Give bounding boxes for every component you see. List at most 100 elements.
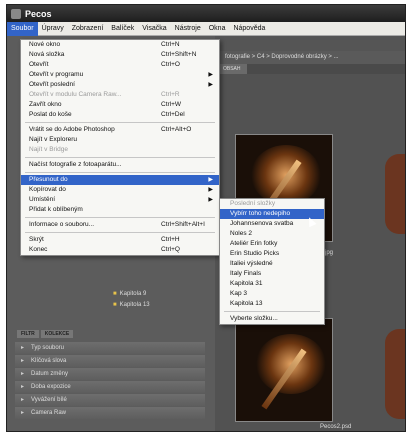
menu-item-label: Najít v Bridge (29, 146, 69, 153)
filter-row-typ-souboru[interactable]: Typ souboru (15, 342, 205, 354)
menu-balicek[interactable]: Balíček (107, 22, 138, 36)
menu-item-label: Erin Studio Picks (230, 250, 280, 257)
menu-item-shortcut: Ctrl+W (161, 101, 182, 108)
menu-item-label: Konec (29, 246, 48, 253)
menu-napoveda[interactable]: Nápověda (229, 22, 269, 36)
menu-item-noles-2[interactable]: Noles 2 (220, 229, 324, 239)
menu-visacka[interactable]: Visačka (138, 22, 170, 36)
filter-row-vyvazeni-bile[interactable]: Vyvážení bílé (15, 394, 205, 406)
menu-item-shortcut: Ctrl+Alt+O (161, 126, 192, 133)
menu-item-shortcut: Ctrl+N (161, 41, 180, 48)
menu-item-atelier-erin-fotky[interactable]: Ateliér Erin fotky (220, 239, 324, 249)
menu-item-najit-v-bridge: Najít v Bridge (21, 145, 219, 155)
menu-item-erin-studio-picks[interactable]: Erin Studio Picks (220, 249, 324, 259)
menu-okna[interactable]: Okna (205, 22, 230, 36)
menu-item-kopirovat-do[interactable]: Kopírovat do ▶ (21, 185, 219, 195)
menu-item-kap-3[interactable]: Kap 3 (220, 289, 324, 299)
menu-item-label: Přidat k oblíbeným (29, 206, 83, 213)
filter-row-klicova-slova[interactable]: Klíčová slova (15, 355, 205, 367)
menu-item-label: Vyberte složku... (230, 315, 278, 322)
menu-soubor[interactable]: Soubor (7, 21, 38, 36)
folder-item[interactable]: Kapitola 13 (113, 302, 150, 308)
menu-item-informace-o-souboru[interactable]: Informace o souboru... Ctrl+Shift+Alt+I (21, 220, 219, 230)
menu-item-shortcut: Ctrl+Del (161, 111, 185, 118)
filter-row-camera-raw[interactable]: Camera Raw (15, 407, 205, 419)
filter-row-datum-zmeny[interactable]: Datum změny (15, 368, 205, 380)
menu-item-skryt[interactable]: Skrýt Ctrl+H (21, 235, 219, 245)
submenu-arrow-icon: ▶ (208, 72, 213, 78)
menu-item-poslat-do-kose[interactable]: Poslat do koše Ctrl+Del (21, 110, 219, 120)
menu-item-vyberte-slozku[interactable]: Vyberte složku... (220, 314, 324, 324)
menu-item-kapitola-13[interactable]: Kapitola 13 (220, 299, 324, 309)
folder-tree: Kapitola 9 Kapitola 13 (7, 291, 215, 321)
menu-item-shortcut: Ctrl+Shift+N (161, 51, 197, 58)
menu-zobrazeni[interactable]: Zobrazení (68, 22, 108, 36)
menu-item-label: Otevřít (29, 61, 49, 68)
menu-item-italiei-vysledne[interactable]: Italiei výsledné (220, 259, 324, 269)
menu-item-label: Kapitola 13 (230, 300, 263, 307)
menu-item-otevrit[interactable]: Otevřít Ctrl+O (21, 60, 219, 70)
menu-item-label: Nové okno (29, 41, 61, 48)
menu-item-nova-slozka[interactable]: Nová složka Ctrl+Shift+N (21, 50, 219, 60)
menu-item-otevrit-v-programu[interactable]: Otevřít v programu ▶ (21, 70, 219, 80)
menu-item-label: Načíst fotografie z fotoaparátu... (29, 161, 122, 168)
folder-item[interactable]: Kapitola 9 (113, 291, 147, 297)
thumbnail-side-2[interactable] (385, 329, 405, 419)
menu-item-vratit-se-do-adobe-photoshop[interactable]: Vrátit se do Adobe Photoshop Ctrl+Alt+O (21, 125, 219, 135)
menu-item-nove-okno[interactable]: Nové okno Ctrl+N (21, 40, 219, 50)
menu-item-label: Poslední složky (230, 200, 276, 207)
menu-item-label: Najít v Exploreru (29, 136, 78, 143)
menu-item-zavrit-okno[interactable]: Zavřít okno Ctrl+W (21, 100, 219, 110)
menu-item-label: Kopírovat do (29, 186, 66, 193)
menu-separator (220, 309, 324, 314)
tab-filtr[interactable]: FILTR (17, 330, 39, 338)
menu-item-kapitola-31[interactable]: Kapitola 31 (220, 279, 324, 289)
tab-kolekce[interactable]: KOLEKCE (40, 330, 74, 338)
thumbnail-1-caption: jpg (325, 250, 334, 256)
menu-item-italy-finals[interactable]: Italy Finals (220, 269, 324, 279)
content-tabs: OBSAH (217, 64, 249, 74)
menu-item-label: Přesunout do (29, 176, 68, 183)
path-bar[interactable]: fotografie > C4 > Doprovodné obrázky > .… (215, 51, 405, 64)
menu-item-shortcut: Ctrl+R (161, 91, 180, 98)
menu-item-shortcut: Ctrl+Q (161, 246, 180, 253)
menu-item-najit-v-exploreru[interactable]: Najít v Exploreru (21, 135, 219, 145)
menu-nastroje[interactable]: Nástroje (171, 22, 205, 36)
menu-item-pridat-k-oblibenym[interactable]: Přidat k oblíbeným (21, 205, 219, 215)
menu-item-konec[interactable]: Konec Ctrl+Q (21, 245, 219, 255)
thumbnail-2-caption: Pecos2.psd (320, 424, 352, 430)
menu-item-shortcut: Ctrl+O (161, 61, 180, 68)
menu-item-label: Johannsenova svatba (230, 220, 294, 227)
filter-list: Typ souboruKlíčová slovaDatum změnyDoba … (15, 342, 205, 420)
menu-item-nacist-fotografie-z-fotoaparatu[interactable]: Načíst fotografie z fotoaparátu... (21, 160, 219, 170)
menu-item-posledni-slozky: Poslední složky (220, 199, 324, 209)
file-menu: Nové okno Ctrl+N Nová složka Ctrl+Shift+N Ot… (20, 39, 220, 256)
menu-item-umisteni[interactable]: Umístění ▶ (21, 195, 219, 205)
menu-item-label: Italy Finals (230, 270, 262, 277)
menu-item-label: Ateliér Erin fotky (230, 240, 278, 247)
app-window: Pecos Soubor Úpravy Zobrazení Balíček Visačk… (6, 4, 406, 432)
menu-item-label: Otevřít poslední (29, 81, 75, 88)
menu-item-label: Informace o souboru... (29, 221, 95, 228)
submenu-arrow-icon: ▶ (208, 82, 213, 88)
tab-obsah[interactable]: OBSAH (217, 64, 247, 74)
thumbnail-side-1[interactable] (385, 154, 405, 234)
menu-item-label: Italiei výsledné (230, 260, 273, 267)
menu-item-label: Poslat do koše (29, 111, 72, 118)
menu-item-presunout-do[interactable]: Přesunout do ▶ (21, 175, 219, 185)
submenu-arrow-icon: ▶ (208, 197, 213, 203)
filter-row-doba-expozice[interactable]: Doba expozice (15, 381, 205, 393)
submenu-arrow-icon: ▶ (208, 187, 213, 193)
menu-item-label: Zavřít okno (29, 101, 62, 108)
menu-item-label: Noles 2 (230, 230, 253, 237)
thumbnail-2[interactable] (235, 318, 333, 422)
menu-item-shortcut: Ctrl+H (161, 236, 180, 243)
menu-bar: Soubor Úpravy Zobrazení Balíček Visačka Nástr… (7, 21, 405, 36)
menu-item-otevrit-posledni[interactable]: Otevřít poslední ▶ (21, 80, 219, 90)
menu-item-label: Kap 3 (230, 290, 247, 297)
filter-tabs: FILTR KOLEKCE (17, 330, 75, 338)
title-bar: Pecos (7, 5, 405, 22)
menu-item-label: Vrátit se do Adobe Photoshop (29, 126, 115, 133)
menu-upravy[interactable]: Úpravy (38, 22, 68, 36)
menu-item-label: Otevřít v programu (29, 71, 84, 78)
